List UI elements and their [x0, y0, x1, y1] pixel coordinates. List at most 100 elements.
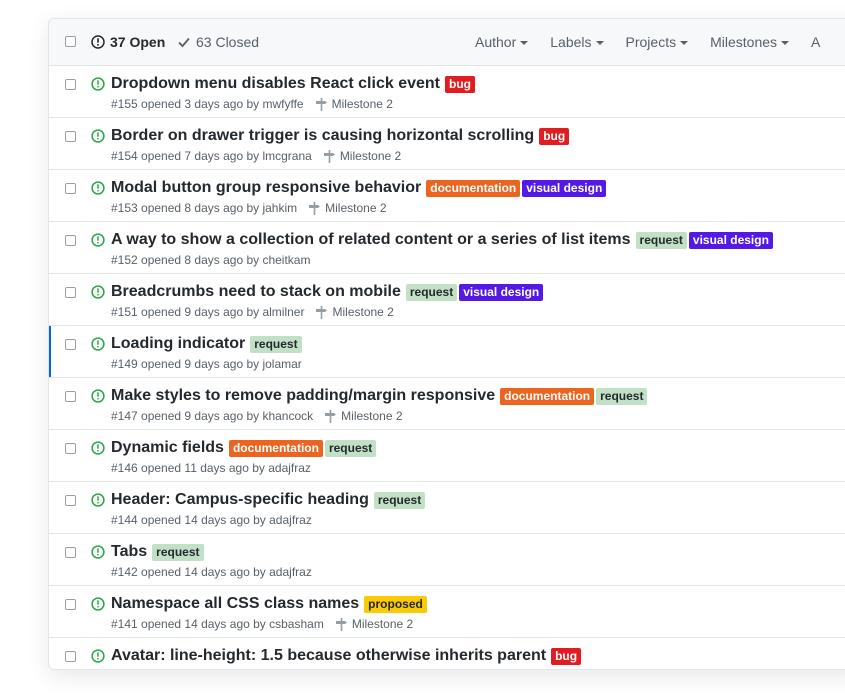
milestone-link[interactable]: Milestone 2 [323, 149, 402, 163]
issue-meta-text: #154 opened 7 days ago by lmcgrana [111, 149, 312, 163]
issue-row[interactable]: Make styles to remove padding/margin res… [49, 378, 845, 430]
issue-label[interactable]: bug [539, 127, 570, 145]
issue-title-link[interactable]: Border on drawer trigger is causing hori… [111, 127, 534, 145]
issue-title-link[interactable]: Namespace all CSS class names [111, 595, 359, 613]
issue-row[interactable]: A way to show a collection of related co… [49, 222, 845, 274]
issue-row[interactable]: Dropdown menu disables React click event… [49, 66, 845, 118]
filter-label: Author [475, 34, 517, 50]
milestone-icon [335, 617, 347, 631]
issue-meta-text: #155 opened 3 days ago by mwfyffe [111, 97, 304, 111]
milestones-filter[interactable]: Milestones [710, 34, 790, 50]
issue-meta-text: #141 opened 14 days ago by csbasham [111, 617, 324, 631]
issue-title-link[interactable]: Breadcrumbs need to stack on mobile [111, 283, 401, 301]
chevron-down-icon [781, 41, 790, 45]
issue-label[interactable]: request [324, 439, 377, 457]
issue-row[interactable]: Avatar: line-height: 1.5 because otherwi… [49, 638, 845, 669]
issue-row[interactable]: Tabs request #142 opened 14 days ago by ad… [49, 534, 845, 586]
issue-row[interactable]: Namespace all CSS class names proposed #14… [49, 586, 845, 638]
issue-row[interactable]: Loading indicator request #149 opened 9 da… [49, 326, 845, 378]
assignee-filter[interactable]: A [811, 34, 820, 50]
issue-title-line: Avatar: line-height: 1.5 because otherwi… [111, 647, 582, 665]
projects-filter[interactable]: Projects [626, 34, 689, 50]
issue-meta-text: #152 opened 8 days ago by cheitkam [111, 253, 311, 267]
issue-checkbox[interactable] [65, 495, 76, 506]
issue-title-line: Modal button group responsive behavior do… [111, 179, 607, 197]
check-icon [178, 37, 190, 48]
issue-label[interactable]: bug [444, 75, 475, 93]
milestone-link[interactable]: Milestone 2 [309, 201, 387, 215]
issue-open-icon [91, 181, 105, 195]
issue-title-link[interactable]: A way to show a collection of related co… [111, 231, 631, 249]
chevron-down-icon [680, 41, 689, 45]
issue-row[interactable]: Header: Campus-specific heading request #1… [49, 482, 845, 534]
issue-row[interactable]: Border on drawer trigger is causing hori… [49, 118, 845, 170]
issue-checkbox[interactable] [65, 391, 76, 402]
issue-title-link[interactable]: Avatar: line-height: 1.5 because otherwi… [111, 647, 546, 665]
issue-checkbox[interactable] [65, 79, 76, 90]
issue-label[interactable]: visual design [522, 179, 607, 197]
closed-issues-toggle[interactable]: 63 Closed [177, 34, 259, 50]
issue-label[interactable]: visual design [459, 283, 544, 301]
issue-meta-text: #147 opened 9 days ago by khancock [111, 409, 314, 423]
filter-label: Milestones [710, 34, 778, 50]
milestone-link[interactable]: Milestone 2 [315, 97, 393, 111]
issue-checkbox[interactable] [65, 339, 76, 350]
issue-title-link[interactable]: Tabs [111, 543, 147, 561]
issue-meta: #154 opened 7 days ago by lmcgrana Milest… [111, 149, 401, 163]
issue-label[interactable]: request [635, 231, 687, 249]
issue-title-link[interactable]: Header: Campus-specific heading [111, 491, 369, 509]
issue-row[interactable]: Dynamic fields documentation request #146 o… [49, 430, 845, 482]
issue-meta-text: #153 opened 8 days ago by jahkim [111, 201, 298, 215]
milestone-link[interactable]: Milestone 2 [335, 617, 413, 631]
filter-bar: Author Labels Projects Milestones A [475, 34, 842, 50]
issue-label[interactable]: proposed [364, 595, 427, 613]
milestone-link[interactable]: Milestone 2 [325, 409, 403, 423]
issue-label[interactable]: visual design [688, 231, 773, 249]
issue-label[interactable]: documentation [228, 439, 323, 457]
issue-meta: #146 opened 11 days ago by adajfraz [111, 461, 311, 475]
issue-row[interactable]: Breadcrumbs need to stack on mobile reque… [49, 274, 845, 326]
issue-checkbox[interactable] [65, 651, 76, 662]
issue-checkbox[interactable] [65, 183, 76, 194]
issue-checkbox[interactable] [65, 599, 76, 610]
issue-title-link[interactable]: Modal button group responsive behavior [111, 179, 421, 197]
issue-label[interactable]: documentation [426, 179, 521, 197]
select-all-checkbox[interactable] [65, 36, 76, 47]
issue-label[interactable]: documentation [500, 387, 595, 405]
issue-title-link[interactable]: Dropdown menu disables React click event [111, 75, 440, 93]
labels-filter[interactable]: Labels [550, 34, 604, 50]
issue-label[interactable]: request [405, 283, 458, 301]
issue-label[interactable]: request [152, 543, 204, 561]
issue-label[interactable]: bug [551, 647, 582, 665]
issue-title-link[interactable]: Make styles to remove padding/margin res… [111, 387, 495, 405]
issue-label[interactable]: request [250, 335, 302, 353]
milestone-link[interactable]: Milestone 2 [316, 305, 394, 319]
issue-label[interactable]: request [373, 491, 426, 509]
issue-checkbox[interactable] [65, 287, 76, 298]
issue-checkbox[interactable] [65, 443, 76, 454]
open-issues-toggle[interactable]: 37 Open [91, 34, 165, 50]
issue-title-line: Make styles to remove padding/margin res… [111, 387, 648, 405]
issue-row[interactable]: Modal button group responsive behavior do… [49, 170, 845, 222]
issue-checkbox[interactable] [65, 131, 76, 142]
issue-open-icon [91, 389, 105, 403]
issue-title-line: Border on drawer trigger is causing hori… [111, 127, 570, 145]
issue-open-icon [91, 233, 105, 247]
issue-title-line: Loading indicator request [111, 335, 302, 353]
milestone-label: Milestone 2 [325, 201, 387, 215]
issue-meta-text: #151 opened 9 days ago by almilner [111, 305, 305, 319]
issue-meta: #149 opened 9 days ago by jolamar [111, 357, 302, 371]
open-count-label: 37 Open [110, 34, 166, 50]
issue-meta: #155 opened 3 days ago by mwfyffe Milesto… [111, 97, 393, 111]
milestone-label: Milestone 2 [331, 97, 393, 111]
issue-open-icon [91, 545, 105, 559]
issue-title-link[interactable]: Loading indicator [111, 335, 245, 353]
issue-label[interactable]: request [596, 387, 648, 405]
filter-label: Projects [625, 34, 677, 50]
issue-checkbox[interactable] [65, 547, 76, 558]
milestone-label: Milestone 2 [339, 149, 402, 163]
issue-checkbox[interactable] [65, 235, 76, 246]
author-filter[interactable]: Author [475, 34, 529, 50]
filter-label: Labels [550, 34, 592, 50]
issue-title-link[interactable]: Dynamic fields [111, 439, 224, 457]
